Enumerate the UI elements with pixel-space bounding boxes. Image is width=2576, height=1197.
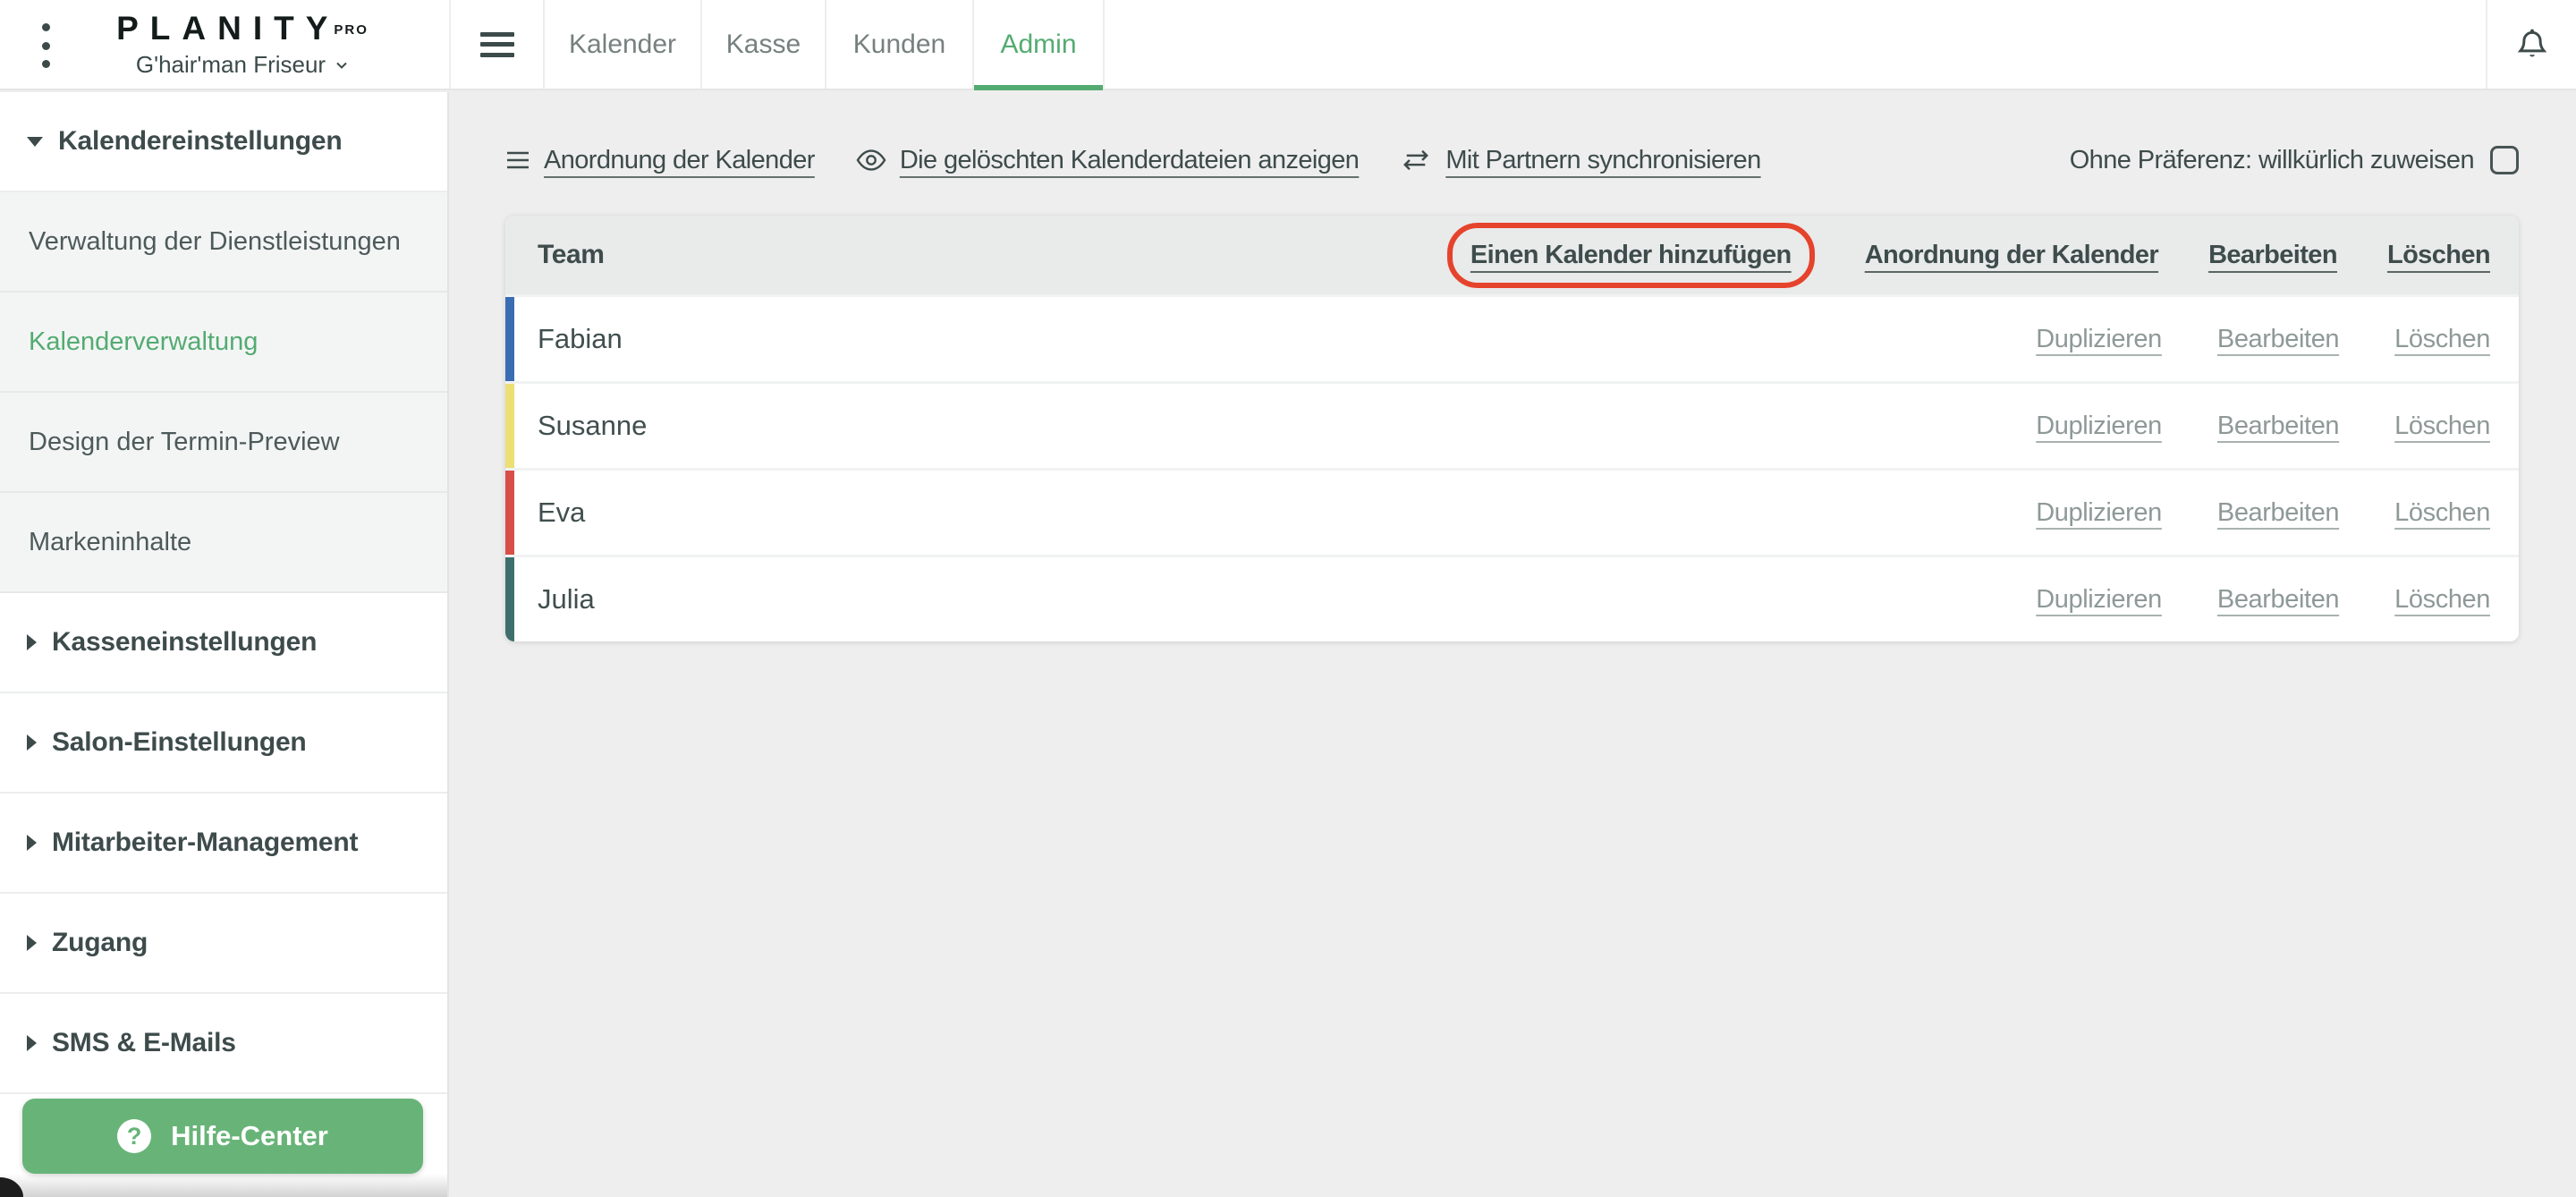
sidebar-item-kalendereinstellungen[interactable]: Kalendereinstellungen xyxy=(0,92,447,192)
help-center-button[interactable]: ? Hilfe-Center xyxy=(22,1099,423,1174)
sidebar-item-kasseneinstellungen[interactable]: Kasseneinstellungen xyxy=(0,593,447,693)
kebab-menu-icon[interactable] xyxy=(32,23,59,68)
top-header: PLANITYPRO G'hair'man Friseur Kalender K… xyxy=(0,0,2576,90)
table-row: Susanne Duplizieren Bearbeiten Löschen xyxy=(505,381,2519,468)
table-row: Fabian Duplizieren Bearbeiten Löschen xyxy=(505,294,2519,381)
caret-right-icon xyxy=(27,734,37,751)
sidebar-item-kalenderverwaltung[interactable]: Kalenderverwaltung xyxy=(0,293,447,393)
add-calendar-button[interactable]: Einen Kalender hinzufügen xyxy=(1446,222,1815,288)
calendar-color-bar xyxy=(505,471,514,555)
delete-link[interactable]: Löschen xyxy=(2394,412,2490,441)
main-nav-tabs: Kalender Kasse Kunden Admin xyxy=(545,0,1105,90)
tab-kasse[interactable]: Kasse xyxy=(702,0,826,89)
header-brand-zone: PLANITYPRO G'hair'man Friseur xyxy=(0,0,449,89)
sidebar: Kalendereinstellungen Verwaltung der Die… xyxy=(0,92,449,1197)
sync-icon xyxy=(1400,149,1432,172)
sidebar-item-sms-e-mails[interactable]: SMS & E-Mails xyxy=(0,994,447,1094)
sidebar-item-markeninhalte[interactable]: Markeninhalte xyxy=(0,493,447,593)
delete-link[interactable]: Löschen xyxy=(2394,585,2490,615)
team-calendar-table: Team Einen Kalender hinzufügen Anordnung… xyxy=(505,216,2519,641)
sidebar-bottom-fade xyxy=(0,1174,447,1197)
table-header: Team Einen Kalender hinzufügen Anordnung… xyxy=(505,216,2519,294)
brand-logo: PLANITYPRO xyxy=(116,10,369,47)
caret-right-icon xyxy=(27,1035,37,1051)
caret-right-icon xyxy=(27,835,37,851)
toolbar-link-geloeschte-anzeigen[interactable]: Die gelöschten Kalenderdateien anzeigen xyxy=(856,146,1360,175)
delete-link[interactable]: Löschen xyxy=(2394,325,2490,354)
hamburger-menu-button[interactable] xyxy=(479,31,514,57)
hamburger-zone xyxy=(449,0,545,89)
tab-admin[interactable]: Admin xyxy=(974,0,1105,90)
caret-down-icon xyxy=(27,136,43,147)
duplicate-link[interactable]: Duplizieren xyxy=(2036,325,2162,354)
edit-button[interactable]: Bearbeiten xyxy=(2208,241,2337,270)
sidebar-item-design-der-termin-preview[interactable]: Design der Termin-Preview xyxy=(0,393,447,493)
edit-link[interactable]: Bearbeiten xyxy=(2217,498,2340,528)
sidebar-item-zugang[interactable]: Zugang xyxy=(0,894,447,994)
sidebar-item-salon-einstellungen[interactable]: Salon-Einstellungen xyxy=(0,693,447,794)
bell-zone xyxy=(2486,0,2576,89)
duplicate-link[interactable]: Duplizieren xyxy=(2036,585,2162,615)
caret-right-icon xyxy=(27,935,37,951)
duplicate-link[interactable]: Duplizieren xyxy=(2036,412,2162,441)
order-calendars-button[interactable]: Anordnung der Kalender xyxy=(1865,241,2159,270)
corner-artifact xyxy=(0,1177,23,1197)
calendar-name: Julia xyxy=(538,583,595,615)
account-name: G'hair'man Friseur xyxy=(135,51,326,78)
calendar-color-bar xyxy=(505,557,514,641)
eye-icon xyxy=(856,149,886,171)
preference-toggle: Ohne Präferenz: willkürlich zuweisen xyxy=(2070,146,2519,175)
duplicate-link[interactable]: Duplizieren xyxy=(2036,498,2162,528)
edit-link[interactable]: Bearbeiten xyxy=(2217,412,2340,441)
edit-link[interactable]: Bearbeiten xyxy=(2217,585,2340,615)
table-row: Eva Duplizieren Bearbeiten Löschen xyxy=(505,468,2519,555)
calendar-name: Fabian xyxy=(538,323,623,354)
brand: PLANITYPRO G'hair'man Friseur xyxy=(80,10,369,79)
account-switcher[interactable]: G'hair'man Friseur xyxy=(116,51,369,79)
caret-right-icon xyxy=(27,634,37,650)
calendar-name: Eva xyxy=(538,497,586,528)
edit-link[interactable]: Bearbeiten xyxy=(2217,325,2340,354)
delete-link[interactable]: Löschen xyxy=(2394,498,2490,528)
pro-badge: PRO xyxy=(334,21,369,38)
calendar-toolbar: Anordnung der Kalender Die gelöschten Ka… xyxy=(505,132,2519,189)
delete-button[interactable]: Löschen xyxy=(2387,241,2491,270)
table-title: Team xyxy=(538,240,605,269)
main-content: Anordnung der Kalender Die gelöschten Ka… xyxy=(449,92,2576,1197)
toolbar-link-partner-sync[interactable]: Mit Partnern synchronisieren xyxy=(1400,146,1761,175)
toolbar-link-anordnung[interactable]: Anordnung der Kalender xyxy=(505,146,815,175)
preference-checkbox[interactable] xyxy=(2490,146,2519,174)
calendar-color-bar xyxy=(505,384,514,468)
tab-kunden[interactable]: Kunden xyxy=(826,0,974,89)
chevron-down-icon xyxy=(335,58,349,72)
tab-kalender[interactable]: Kalender xyxy=(545,0,702,89)
table-row: Julia Duplizieren Bearbeiten Löschen xyxy=(505,555,2519,641)
sidebar-item-mitarbeiter-management[interactable]: Mitarbeiter-Management xyxy=(0,794,447,894)
sidebar-item-verwaltung-der-dienstleistungen[interactable]: Verwaltung der Dienstleistungen xyxy=(0,192,447,293)
list-icon xyxy=(505,150,530,170)
question-icon: ? xyxy=(117,1119,152,1153)
notifications-bell-button[interactable] xyxy=(2512,25,2552,64)
preference-label: Ohne Präferenz: willkürlich zuweisen xyxy=(2069,145,2475,174)
calendar-color-bar xyxy=(505,297,514,381)
calendar-name: Susanne xyxy=(538,410,648,441)
